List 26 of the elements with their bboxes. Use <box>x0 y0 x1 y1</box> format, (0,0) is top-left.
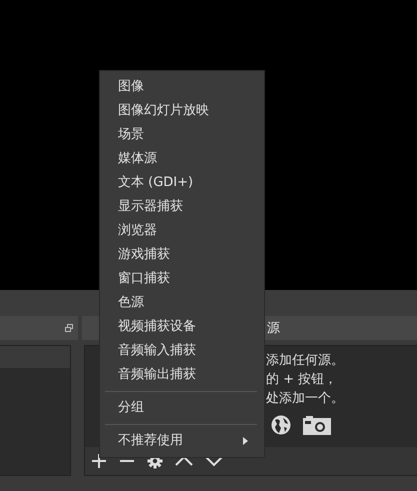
menu-item[interactable]: 色源 <box>100 291 264 315</box>
menu-item[interactable]: 浏览器 <box>100 219 264 243</box>
menu-item[interactable]: 场景 <box>100 123 264 147</box>
menu-item[interactable]: 视频捕获设备 <box>100 315 264 339</box>
menu-item[interactable]: 音频输入捕获 <box>100 339 264 363</box>
menu-item[interactable]: 分组 <box>100 396 264 420</box>
menu-item[interactable]: 游戏捕获 <box>100 243 264 267</box>
float-icon[interactable] <box>65 324 73 332</box>
plus-icon <box>91 453 107 469</box>
camera-icon <box>302 414 332 436</box>
hint-text: 处添加一个。 <box>266 390 345 408</box>
menu-item[interactable]: 图像幻灯片放映 <box>100 99 264 123</box>
menu-item[interactable]: 音频输出捕获 <box>100 363 264 387</box>
menu-item[interactable]: 图像 <box>100 75 264 99</box>
menu-item[interactable]: 显示器捕获 <box>100 195 264 219</box>
dock-title: 源 <box>267 320 280 337</box>
add-button[interactable] <box>89 451 109 471</box>
globe-icon <box>271 415 291 435</box>
hint-text: 添加任何源。 <box>266 352 345 370</box>
menu-item[interactable]: 媒体源 <box>100 147 264 171</box>
menu-item[interactable]: 文本 (GDI+) <box>100 171 264 195</box>
hint-text: 的 + 按钮， <box>266 371 338 389</box>
submenu-arrow-icon <box>243 437 248 445</box>
submenu-item[interactable]: 不推荐使用 <box>100 429 264 453</box>
minus-icon <box>119 460 135 462</box>
menu-item[interactable]: 窗口捕获 <box>100 267 264 291</box>
